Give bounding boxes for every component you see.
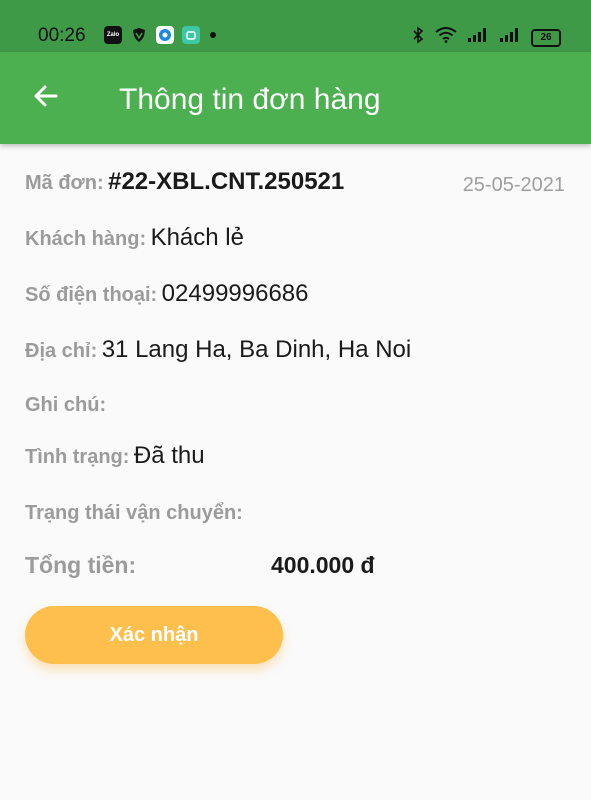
signal-icon [499, 27, 521, 48]
shipping-status-label: Trạng thái vận chuyển: [25, 502, 243, 524]
note-label: Ghi chú: [25, 394, 107, 416]
customer-value: Khách lẻ [150, 224, 244, 251]
back-button[interactable] [22, 74, 70, 122]
address-value: 31 Lang Ha, Ba Dinh, Ha Noi [101, 336, 412, 363]
order-code-value: #22-XBL.CNT.250521 [108, 168, 345, 195]
notification-icons: Zalo [104, 26, 216, 44]
browser-icon [156, 26, 174, 44]
order-code-row: Mã đơn: #22-XBL.CNT.250521 [25, 168, 344, 196]
phone-row: Số điện thoại: 02499996686 [25, 280, 309, 308]
confirm-button[interactable]: Xác nhận [25, 606, 283, 664]
shipping-row: Trạng thái vận chuyển: [25, 502, 243, 525]
more-notifications-dot [210, 32, 216, 38]
address-row: Địa chỉ: 31 Lang Ha, Ba Dinh, Ha Noi [25, 336, 411, 364]
status-value: Đã thu [133, 442, 205, 469]
total-label: Tổng tiền: [25, 552, 137, 578]
bluetooth-icon [411, 26, 425, 49]
note-row: Ghi chú: [25, 394, 106, 417]
status-row: Tình trạng: Đã thu [25, 442, 205, 470]
system-icons: 26 [411, 26, 561, 49]
total-value: 400.000 đ [271, 552, 375, 578]
customer-label: Khách hàng: [25, 228, 147, 250]
app-icon [182, 26, 200, 44]
signal-icon [467, 27, 489, 48]
phone-label: Số điện thoại: [25, 284, 158, 306]
total-row: Tổng tiền: 400.000 đ [25, 552, 565, 579]
status-bar: 00:26 Zalo 26 [0, 0, 591, 52]
arrow-left-icon [32, 82, 60, 115]
order-date: 25-05-2021 [462, 174, 565, 196]
battery-icon: 26 [531, 28, 561, 47]
status-time: 00:26 [38, 25, 86, 46]
zalo-icon: Zalo [104, 26, 122, 44]
customer-row: Khách hàng: Khách lẻ [25, 224, 244, 252]
page-title: Thông tin đơn hàng [119, 83, 381, 116]
phone-value: 02499996686 [161, 280, 309, 307]
app-bar: Thông tin đơn hàng [0, 52, 591, 144]
shield-icon [130, 26, 148, 44]
status-label: Tình trạng: [25, 446, 130, 468]
wifi-icon [435, 27, 457, 48]
order-code-label: Mã đơn: [25, 172, 104, 194]
address-label: Địa chỉ: [25, 340, 98, 362]
